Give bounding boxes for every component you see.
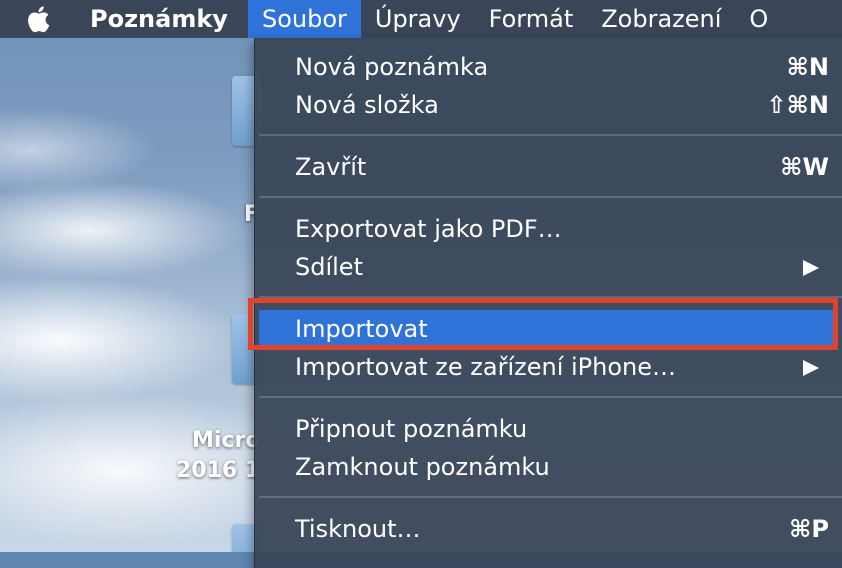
menu-item-label: Sdílet [295, 253, 363, 281]
menu-soubor[interactable]: Soubor [247, 0, 361, 38]
menu-app-name[interactable]: Poznámky [76, 0, 248, 38]
desktop-file-label-line2: 2016 1 [176, 458, 261, 483]
menu-separator [259, 196, 842, 198]
menu-item-print[interactable]: Tisknout… ⌘P [255, 510, 842, 548]
shortcut-label: ⇧⌘N [766, 91, 829, 119]
menu-format[interactable]: Formát [475, 0, 588, 38]
menu-item-label: Zavřít [295, 153, 367, 181]
submenu-arrow-icon [803, 360, 819, 376]
submenu-arrow-icon [803, 260, 819, 276]
menu-item-label: Tisknout… [295, 515, 421, 543]
menu-upravy[interactable]: Úpravy [361, 0, 475, 38]
menu-item-share[interactable]: Sdílet [255, 248, 842, 286]
shortcut-label: ⌘W [780, 153, 829, 181]
shortcut-label: ⌘N [786, 53, 829, 81]
menu-item-label: Zamknout poznámku [295, 453, 550, 481]
menu-bar: Poznámky Soubor Úpravy Formát Zobrazení … [0, 0, 842, 38]
menu-item-label: Nová složka [295, 91, 439, 119]
menu-item-lock-note[interactable]: Zamknout poznámku [255, 448, 842, 486]
menu-separator [259, 396, 842, 398]
menu-item-label: Importovat ze zařízení iPhone… [295, 353, 676, 381]
menu-item-export-pdf[interactable]: Exportovat jako PDF… [255, 210, 842, 248]
shortcut-label: ⌘P [789, 515, 829, 543]
menu-item-import-iphone[interactable]: Importovat ze zařízení iPhone… [255, 348, 842, 386]
apple-logo-icon[interactable] [0, 0, 76, 38]
menu-item-new-note[interactable]: Nová poznámka ⌘N [255, 48, 842, 86]
desktop-file-label-line1: Micro [192, 428, 261, 453]
menu-item-close[interactable]: Zavřít ⌘W [255, 148, 842, 186]
menu-item-label: Nová poznámka [295, 53, 489, 81]
menu-item-label: Exportovat jako PDF… [295, 215, 562, 243]
menu-separator [259, 496, 842, 498]
annotation-highlight-box [248, 298, 838, 350]
menu-next-cropped[interactable]: O [735, 0, 782, 38]
menu-item-new-folder[interactable]: Nová složka ⇧⌘N [255, 86, 842, 124]
menu-item-label: Připnout poznámku [295, 415, 528, 443]
menu-item-pin-note[interactable]: Připnout poznámku [255, 410, 842, 448]
menu-separator [259, 134, 842, 136]
menu-zobrazeni[interactable]: Zobrazení [587, 0, 735, 38]
